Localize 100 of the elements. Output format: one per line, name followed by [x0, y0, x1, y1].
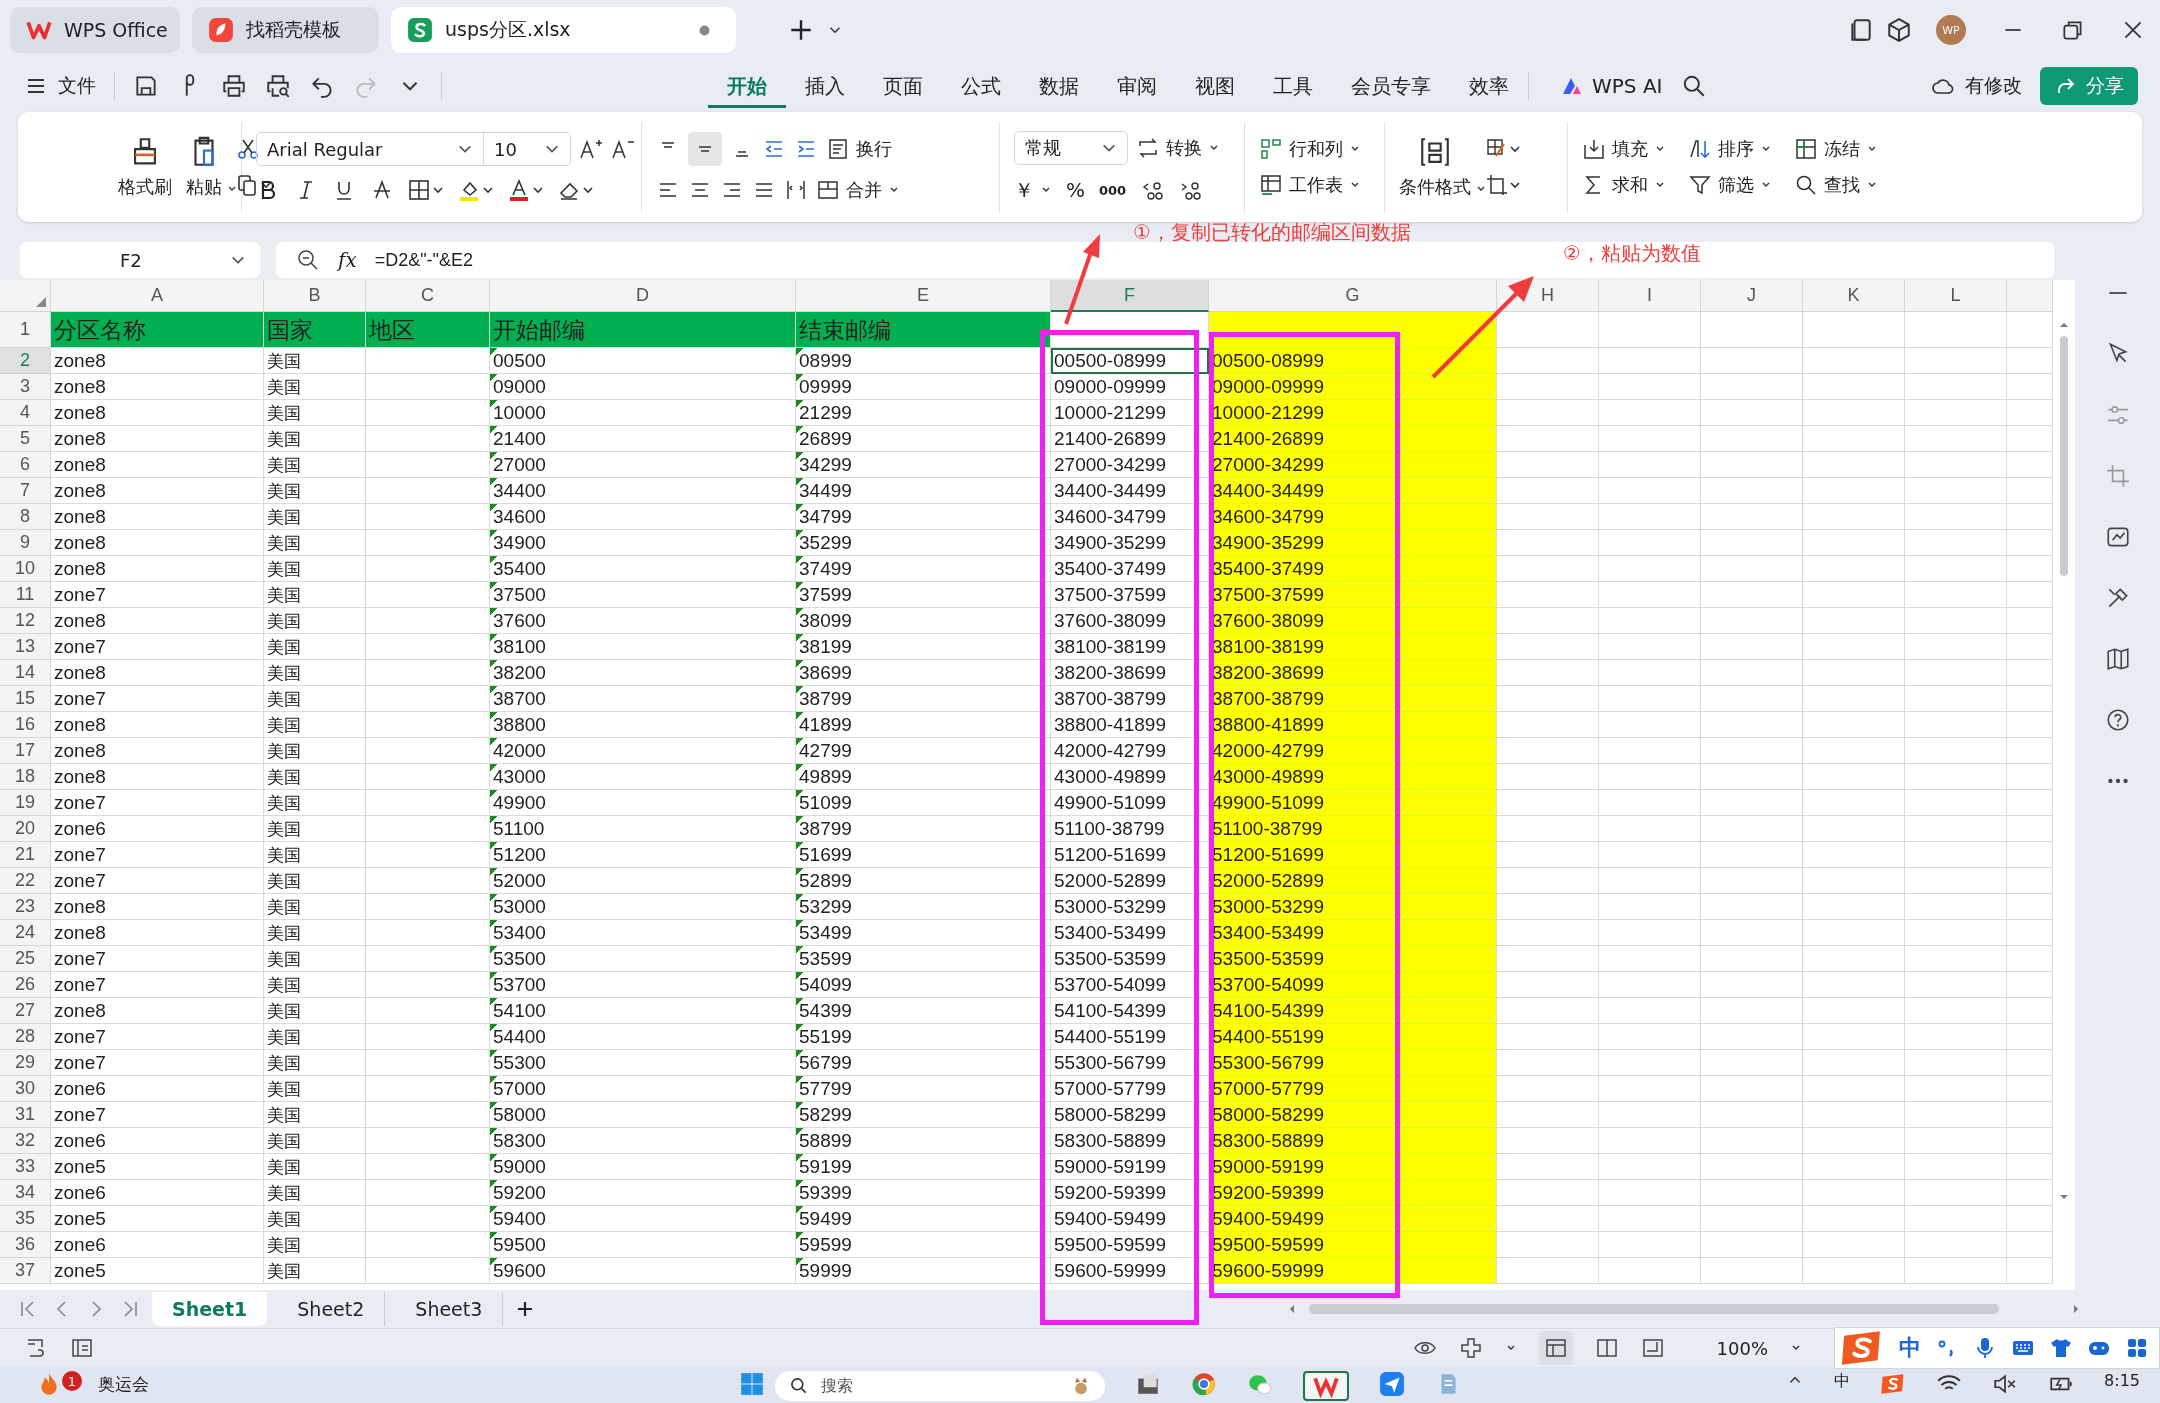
- distributed-align-icon[interactable]: [784, 178, 808, 202]
- apps-grid-icon[interactable]: [2125, 1336, 2149, 1360]
- row-number[interactable]: 5: [0, 426, 51, 452]
- font-dropdown[interactable]: Arial Regular: [256, 132, 484, 166]
- paste-button[interactable]: 粘贴: [186, 135, 222, 199]
- row-number[interactable]: 11: [0, 582, 51, 608]
- column-header[interactable]: J: [1701, 280, 1803, 312]
- row-number[interactable]: 18: [0, 764, 51, 790]
- window-layout-icon[interactable]: [1848, 17, 1874, 43]
- wrap-text-button[interactable]: 换行: [826, 137, 892, 161]
- page-view-icon[interactable]: [1640, 1336, 1665, 1360]
- row-number[interactable]: 30: [0, 1076, 51, 1102]
- row-number[interactable]: 25: [0, 946, 51, 972]
- document-tab[interactable]: 找稻壳模板: [192, 7, 379, 53]
- freeze-panes-button[interactable]: 冻结: [1794, 137, 1878, 161]
- input-language[interactable]: 中: [1899, 1333, 1921, 1363]
- ribbon-tab[interactable]: 审阅: [1098, 64, 1176, 108]
- clock[interactable]: 8:15: [2104, 1371, 2140, 1390]
- crosshair-icon[interactable]: [1458, 1336, 1483, 1360]
- file-menu[interactable]: 文件: [24, 73, 96, 99]
- row-number[interactable]: 15: [0, 686, 51, 712]
- row-number[interactable]: 10: [0, 556, 51, 582]
- ribbon-tab[interactable]: 工具: [1254, 64, 1332, 108]
- row-number[interactable]: 27: [0, 998, 51, 1024]
- row-number[interactable]: 22: [0, 868, 51, 894]
- number-format-dropdown[interactable]: 常规: [1014, 130, 1128, 165]
- thousands-separator-button[interactable]: 000: [1099, 182, 1127, 198]
- row-number[interactable]: 28: [0, 1024, 51, 1050]
- start-icon[interactable]: [739, 1371, 765, 1397]
- ribbon-tab[interactable]: 插入: [786, 64, 864, 108]
- row-number[interactable]: 23: [0, 894, 51, 920]
- panel-icon[interactable]: [70, 1336, 94, 1360]
- add-tab-icon[interactable]: [788, 17, 814, 43]
- ribbon-tab[interactable]: 公式: [942, 64, 1020, 108]
- news-widget[interactable]: 奥运会: [98, 1372, 149, 1396]
- sort-button[interactable]: 排序: [1688, 137, 1772, 161]
- row-number[interactable]: 20: [0, 816, 51, 842]
- ribbon-tab[interactable]: 开始: [708, 64, 786, 108]
- normal-view-icon[interactable]: [1538, 1331, 1573, 1365]
- row-number[interactable]: 8: [0, 504, 51, 530]
- row-number[interactable]: 14: [0, 660, 51, 686]
- print-icon[interactable]: [221, 73, 247, 99]
- row-number[interactable]: 26: [0, 972, 51, 998]
- row-number[interactable]: 9: [0, 530, 51, 556]
- currency-button[interactable]: ￥: [1014, 176, 1052, 204]
- row-number[interactable]: 21: [0, 842, 51, 868]
- row-number[interactable]: 6: [0, 452, 51, 478]
- wps-app-icon[interactable]: [1303, 1371, 1349, 1401]
- row-number[interactable]: 12: [0, 608, 51, 634]
- column-header[interactable]: L: [1905, 280, 2007, 312]
- crop-icon[interactable]: [1485, 173, 1521, 197]
- ribbon-tab[interactable]: 数据: [1020, 64, 1098, 108]
- select-all-icon[interactable]: [36, 297, 46, 307]
- ribbon-tab[interactable]: 视图: [1176, 64, 1254, 108]
- name-box[interactable]: F2: [20, 242, 260, 278]
- row-number[interactable]: 4: [0, 400, 51, 426]
- row-number[interactable]: 19: [0, 790, 51, 816]
- user-avatar[interactable]: WP: [1936, 15, 1966, 45]
- scroll-thumb[interactable]: [1309, 1304, 2000, 1314]
- fill-button[interactable]: 填充: [1582, 137, 1666, 161]
- scissors-icon[interactable]: [236, 137, 260, 161]
- scroll-thumb[interactable]: [2060, 336, 2068, 576]
- convert-button[interactable]: 转换: [1136, 135, 1220, 160]
- function-label[interactable]: fx: [338, 248, 357, 272]
- document-tab[interactable]: usps分区.xlsx: [391, 7, 736, 53]
- ribbon-tab[interactable]: 页面: [864, 64, 942, 108]
- rows-columns-button[interactable]: 行和列: [1259, 137, 1361, 161]
- column-header[interactable]: F: [1051, 280, 1209, 312]
- font-color-icon[interactable]: [508, 178, 544, 202]
- map-icon[interactable]: [2104, 646, 2131, 672]
- scroll-up-icon[interactable]: [2059, 320, 2069, 330]
- row-number[interactable]: 24: [0, 920, 51, 946]
- split-view-icon[interactable]: [1594, 1336, 1619, 1360]
- sum-button[interactable]: 求和: [1582, 173, 1666, 197]
- row-number[interactable]: 3: [0, 374, 51, 400]
- row-number[interactable]: 35: [0, 1206, 51, 1232]
- increase-font-icon[interactable]: [579, 137, 603, 161]
- row-number[interactable]: 33: [0, 1154, 51, 1180]
- column-header[interactable]: I: [1599, 280, 1701, 312]
- sheet-tab[interactable]: Sheet2: [277, 1292, 386, 1326]
- sheet-tab[interactable]: Sheet3: [395, 1292, 504, 1326]
- wps-ai-button[interactable]: WPS AI: [1541, 66, 1682, 106]
- row-number[interactable]: 31: [0, 1102, 51, 1128]
- app-icon[interactable]: [1135, 1371, 1161, 1397]
- row-number[interactable]: 32: [0, 1128, 51, 1154]
- row-number[interactable]: 34: [0, 1180, 51, 1206]
- font-size-dropdown[interactable]: 10: [483, 132, 571, 166]
- save-icon[interactable]: [133, 73, 159, 99]
- sheet-tab[interactable]: Sheet1: [152, 1292, 268, 1326]
- row-number[interactable]: 1: [0, 312, 51, 348]
- scroll-down-icon[interactable]: [2059, 1192, 2069, 1202]
- row-number[interactable]: 37: [0, 1258, 51, 1284]
- row-number[interactable]: 13: [0, 634, 51, 660]
- ribbon-tab[interactable]: 效率: [1450, 64, 1528, 108]
- worksheet-button[interactable]: 工作表: [1259, 173, 1361, 197]
- conditional-format-button[interactable]: 条件格式: [1399, 135, 1471, 199]
- share-button[interactable]: 分享: [2040, 67, 2138, 105]
- row-number[interactable]: 36: [0, 1232, 51, 1258]
- taskbar-search-field[interactable]: 搜索: [775, 1371, 1105, 1401]
- row-number[interactable]: 2: [0, 348, 51, 374]
